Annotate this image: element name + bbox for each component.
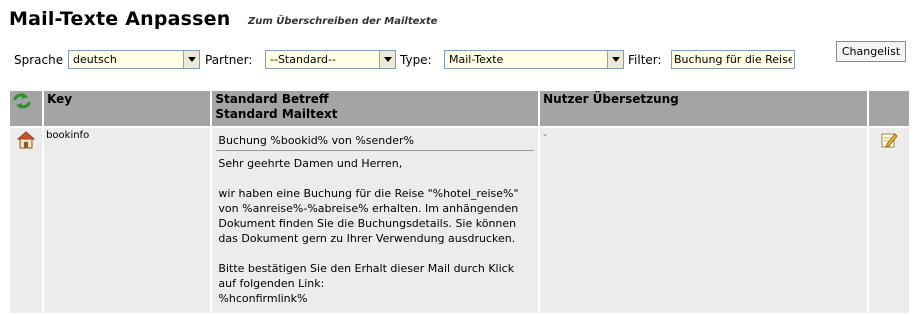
table-row: bookinfo Buchung %bookid% von %sender% S… (10, 128, 909, 313)
standard-mailtext: Sehr geehrte Damen und Herren, wir haben… (218, 157, 519, 305)
column-header-actions (868, 91, 909, 126)
dropdown-arrow-icon[interactable] (183, 51, 199, 68)
dropdown-arrow-icon[interactable] (379, 51, 395, 68)
row-icon-cell[interactable] (10, 128, 43, 313)
key-cell: bookinfo (44, 128, 211, 313)
sprache-label: Sprache (14, 53, 64, 67)
type-select-value: Mail-Texte (449, 53, 504, 66)
user-translation-cell: - (540, 128, 867, 313)
refresh-header-cell[interactable] (10, 91, 43, 126)
changelist-button[interactable]: Changelist (836, 41, 906, 62)
dropdown-arrow-icon[interactable] (607, 51, 623, 68)
filter-label: Filter: (628, 53, 662, 67)
page-title: Mail-Texte Anpassen (9, 8, 231, 30)
partner-label: Partner: (205, 53, 253, 67)
partner-select[interactable]: --Standard-- (265, 50, 396, 69)
table-header-row: Key Standard Betreff Standard Mailtext N… (10, 91, 909, 126)
edit-pencil-icon[interactable] (880, 131, 898, 149)
column-header-user-translation: Nutzer Übersetzung (540, 91, 867, 126)
column-header-standard: Standard Betreff Standard Mailtext (212, 91, 539, 126)
column-header-mailtext: Standard Mailtext (215, 107, 338, 121)
sprache-select-value: deutsch (73, 53, 117, 66)
column-header-key: Key (44, 91, 211, 126)
page-subtitle: Zum Überschreiben der Mailtexte (248, 16, 438, 27)
type-label: Type: (400, 53, 432, 67)
edit-cell[interactable] (868, 128, 909, 313)
mailtext-table: Key Standard Betreff Standard Mailtext N… (8, 89, 911, 315)
refresh-arrows-icon[interactable] (12, 93, 32, 109)
type-select[interactable]: Mail-Texte (444, 50, 624, 69)
column-header-betreff: Standard Betreff (215, 92, 329, 106)
sprache-select[interactable]: deutsch (68, 50, 200, 69)
filter-input[interactable] (671, 50, 795, 69)
standard-cell: Buchung %bookid% von %sender% Sehr geehr… (212, 128, 539, 313)
home-icon[interactable] (16, 131, 36, 149)
standard-subject: Buchung %bookid% von %sender% (216, 133, 535, 151)
partner-select-value: --Standard-- (270, 53, 336, 66)
